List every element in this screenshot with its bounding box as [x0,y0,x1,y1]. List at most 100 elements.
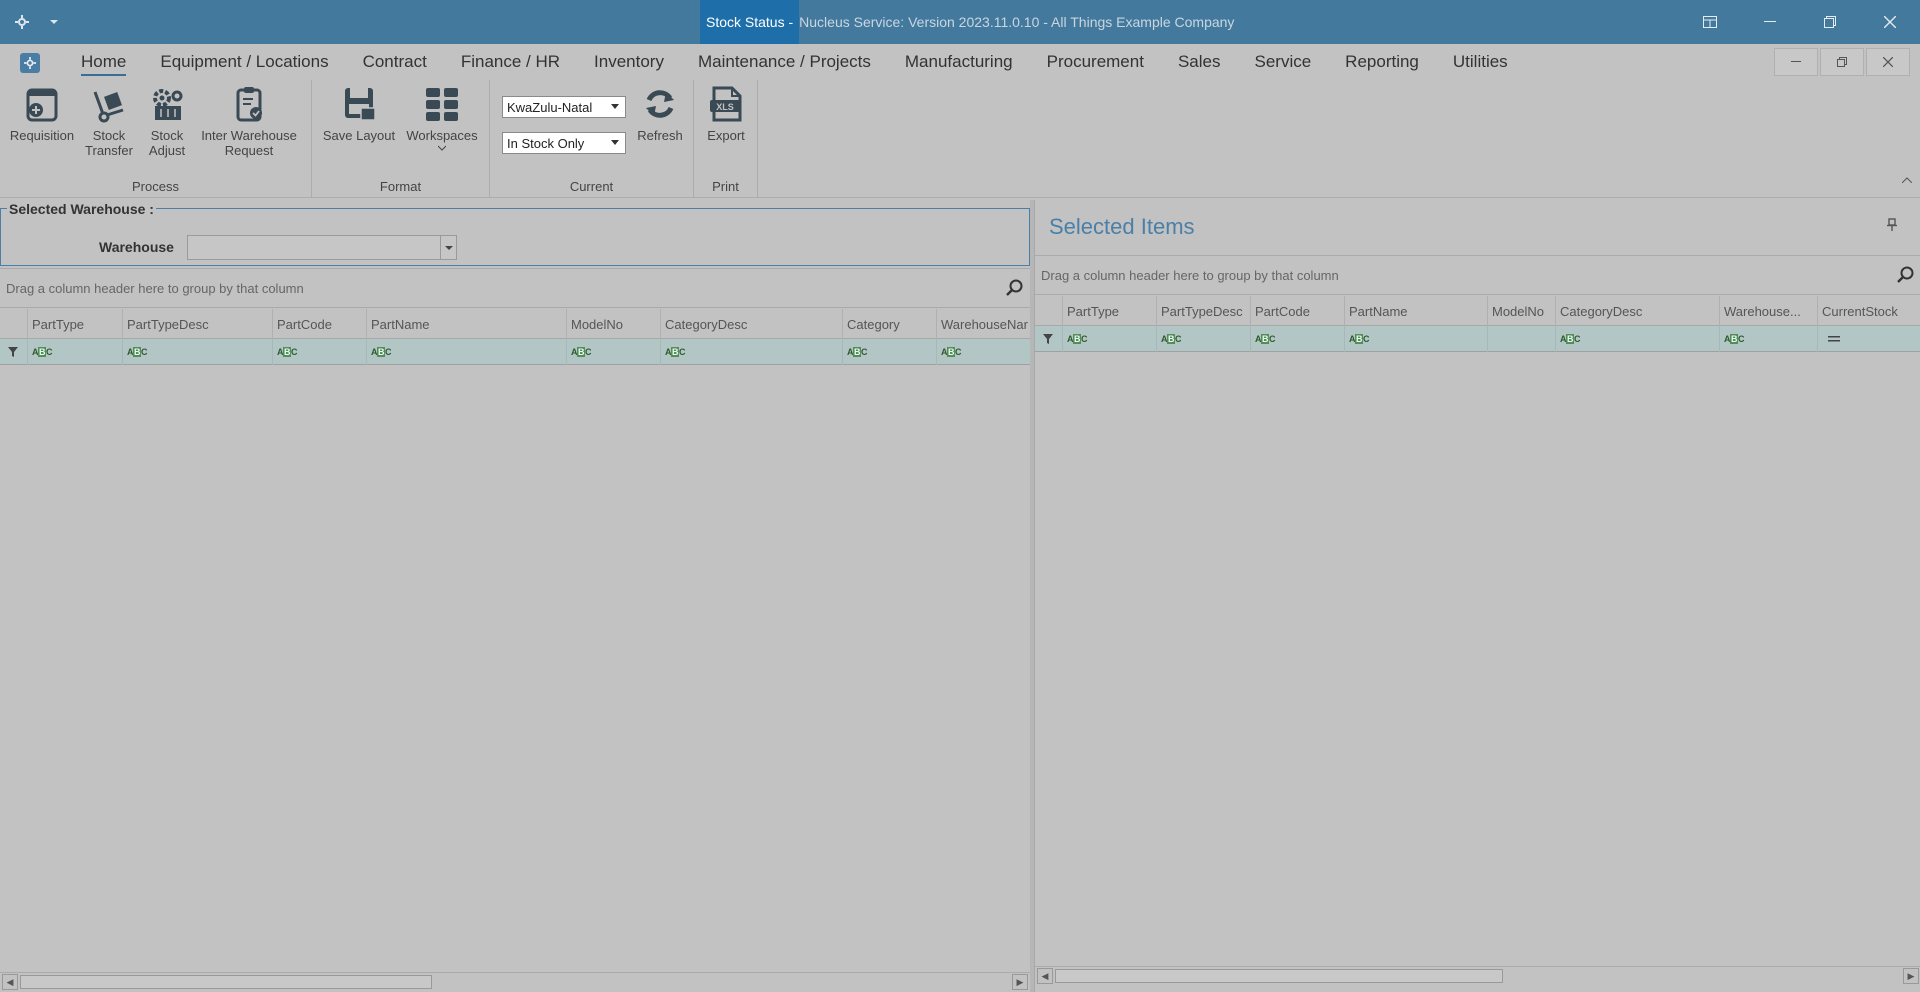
scroll-thumb[interactable] [20,975,432,989]
close-button[interactable] [1860,0,1920,44]
stock-transfer-label-1: Stock [92,128,126,143]
tab-sales[interactable]: Sales [1161,44,1238,80]
text-filter-icon: ABC [1161,334,1182,344]
save-layout-label: Save Layout [322,128,396,143]
mdi-restore-button[interactable] [1820,48,1864,76]
filter-cell-modelno[interactable]: ABC [567,339,661,365]
ribbon-group-print: XLS Export Print [694,80,758,198]
selected-group-by-hint: Drag a column header here to group by th… [1041,267,1339,283]
chevron-down-icon[interactable] [44,12,64,32]
column-header-modelno[interactable]: ModelNo [567,309,661,339]
column-header-parttype[interactable]: PartType [28,309,123,339]
tab-service[interactable]: Service [1237,44,1328,80]
mdi-minimize-button[interactable] [1774,48,1818,76]
filter-cell-partname[interactable]: ABC [1345,326,1488,352]
scroll-left-icon[interactable]: ◀ [1037,968,1053,984]
tab-utilities[interactable]: Utilities [1436,44,1525,80]
scroll-right-icon[interactable]: ▶ [1012,974,1028,990]
stock-adjust-label-1: Stock [150,128,184,143]
scroll-right-icon[interactable]: ▶ [1903,968,1919,984]
column-header-modelno[interactable]: ModelNo [1488,296,1556,326]
search-icon[interactable] [1897,266,1915,287]
tab-home[interactable]: Home [64,44,143,80]
column-header-category[interactable]: Category [843,309,937,339]
column-header-partcode[interactable]: PartCode [1251,296,1345,326]
filter-cell-modelno[interactable] [1488,326,1556,352]
stock-adjust-label-2: Adjust [148,143,186,158]
filter-cell-categorydesc[interactable]: ABC [1556,326,1720,352]
tab-finance-hr[interactable]: Finance / HR [444,44,577,80]
refresh-button[interactable]: Refresh [630,84,690,143]
column-header-parttypedesc[interactable]: PartTypeDesc [123,309,273,339]
app-menu-icon[interactable] [20,53,40,73]
warehouse-label: Warehouse [99,239,174,255]
selected-grid-horizontal-scrollbar[interactable]: ◀ ▶ [1035,966,1920,984]
collapse-ribbon-button[interactable] [1901,172,1913,186]
workspaces-grid-icon [426,88,458,121]
selected-warehouse-group: Selected Warehouse : Warehouse [0,201,1030,266]
column-header-parttype[interactable]: PartType [1063,296,1157,326]
chevron-down-icon [611,104,619,109]
pin-icon[interactable] [1886,218,1898,235]
region-combo[interactable]: KwaZulu-Natal [502,96,626,118]
search-icon[interactable] [1006,279,1024,300]
filter-cell-partcode[interactable]: ABC [273,339,367,365]
inter-warehouse-request-button[interactable]: Inter Warehouse Request [196,84,302,158]
tab-manufacturing[interactable]: Manufacturing [888,44,1030,80]
menu-bar: Home Equipment / Locations Contract Fina… [0,44,1920,80]
warehouse-stock-pane: Selected Warehouse : Warehouse Drag a co… [0,200,1030,992]
column-header-warehousename[interactable]: WarehouseNar [937,309,1030,339]
clipboard-check-icon [236,87,262,122]
requisition-button[interactable]: Requisition [6,84,78,143]
layout-icon[interactable] [1680,0,1740,44]
row-indicator-header [0,309,28,339]
filter-cell-partcode[interactable]: ABC [1251,326,1345,352]
tab-contract[interactable]: Contract [346,44,444,80]
gear-icon[interactable] [12,12,32,32]
column-header-warehouse[interactable]: Warehouse... [1720,296,1818,326]
ribbon-group-process: Requisition Stock Transfer Stock Adjust … [0,80,312,198]
export-button[interactable]: XLS Export [698,84,754,143]
column-header-partname[interactable]: PartName [367,309,567,339]
mdi-close-button[interactable] [1866,48,1910,76]
tab-inventory[interactable]: Inventory [577,44,681,80]
selected-group-by-panel[interactable]: Drag a column header here to group by th… [1035,255,1920,295]
filter-cell-partname[interactable]: ABC [367,339,567,365]
active-document-title: Stock Status - [700,0,800,44]
filter-cell-parttype[interactable]: ABC [1063,326,1157,352]
minimize-button[interactable] [1740,0,1800,44]
workspaces-button[interactable]: Workspaces [404,84,480,155]
stock-filter-combo[interactable]: In Stock Only [502,132,626,154]
stock-grid-horizontal-scrollbar[interactable]: ◀ ▶ [0,972,1030,990]
column-header-partcode[interactable]: PartCode [273,309,367,339]
warehouse-dropdown-button[interactable] [440,236,456,259]
column-header-partname[interactable]: PartName [1345,296,1488,326]
tab-reporting[interactable]: Reporting [1328,44,1436,80]
filter-cell-category[interactable]: ABC [843,339,937,365]
filter-cell-warehousename[interactable]: ABC [937,339,1030,365]
scroll-thumb[interactable] [1055,969,1503,983]
row-indicator-header [1035,296,1063,326]
chevron-down-icon [444,245,453,250]
stock-transfer-button[interactable]: Stock Transfer [82,84,136,158]
filter-cell-parttypedesc[interactable]: ABC [123,339,273,365]
window-title: Stock Status - Nucleus Service: Version … [700,0,1234,44]
column-header-categorydesc[interactable]: CategoryDesc [661,309,843,339]
restore-button[interactable] [1800,0,1860,44]
filter-cell-parttype[interactable]: ABC [28,339,123,365]
filter-cell-parttypedesc[interactable]: ABC [1157,326,1251,352]
scroll-left-icon[interactable]: ◀ [2,974,18,990]
filter-cell-currentstock[interactable] [1818,326,1912,352]
column-header-categorydesc[interactable]: CategoryDesc [1556,296,1720,326]
tab-maintenance-projects[interactable]: Maintenance / Projects [681,44,888,80]
save-layout-button[interactable]: Save Layout [320,84,398,143]
filter-cell-warehouse[interactable]: ABC [1720,326,1818,352]
column-header-currentstock[interactable]: CurrentStock [1818,296,1912,326]
warehouse-combo[interactable] [187,235,457,260]
tab-equipment-locations[interactable]: Equipment / Locations [143,44,345,80]
tab-procurement[interactable]: Procurement [1030,44,1161,80]
filter-cell-categorydesc[interactable]: ABC [661,339,843,365]
stock-adjust-button[interactable]: Stock Adjust [140,84,194,158]
column-header-parttypedesc[interactable]: PartTypeDesc [1157,296,1251,326]
group-by-panel[interactable]: Drag a column header here to group by th… [0,268,1030,308]
